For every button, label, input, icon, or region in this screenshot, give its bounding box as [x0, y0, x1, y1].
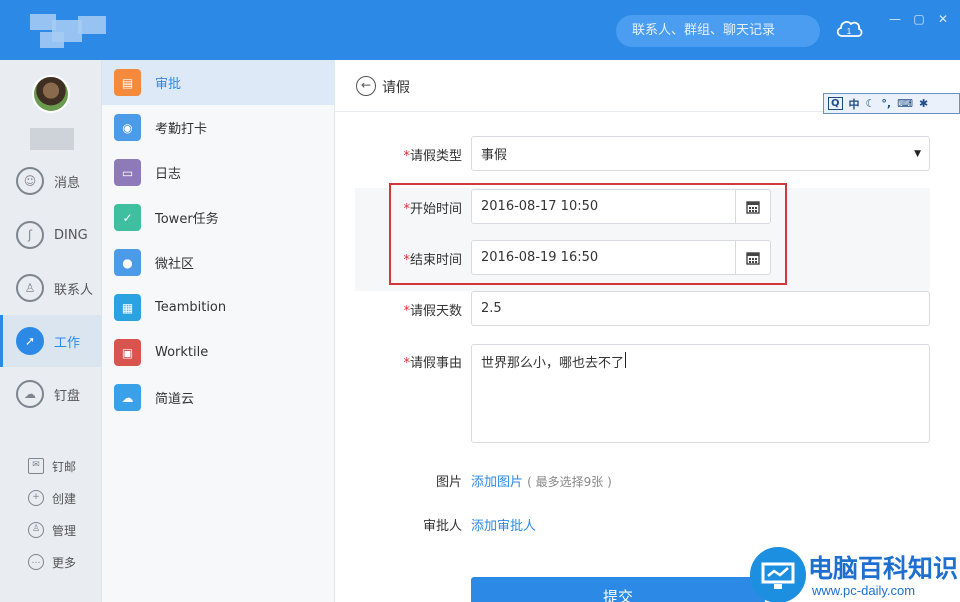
reason-label: *请假事由	[403, 356, 462, 371]
days-label: *请假天数	[403, 304, 462, 319]
plus-icon: +	[28, 490, 44, 506]
leave-type-value: 事假	[481, 148, 508, 163]
app-item-approval[interactable]: ▤ 审批	[102, 60, 335, 105]
reason-value: 世界那么小，哪也去不了	[481, 356, 625, 371]
app-item-log[interactable]: ▭ 日志	[102, 150, 335, 195]
app-item-label: Worktile	[155, 345, 209, 360]
community-icon: ●	[114, 249, 141, 276]
app-item-tower[interactable]: ✓ Tower任务	[102, 195, 335, 240]
rail-item-work[interactable]: ➚ 工作	[0, 315, 102, 367]
smile-icon: ☺	[16, 167, 44, 195]
rail-item-mail[interactable]: ✉ 钉邮	[0, 452, 102, 480]
ding-icon: ʃ	[16, 221, 44, 249]
check-icon: ✓	[114, 204, 141, 231]
add-approver-link[interactable]: 添加审批人	[471, 515, 536, 534]
keyboard-icon: ⌨	[897, 97, 913, 110]
approver-label: 审批人	[422, 519, 462, 534]
leave-type-select[interactable]: 事假 ▼	[471, 136, 930, 171]
app-item-label: Tower任务	[155, 212, 219, 227]
rail-item-label: 钉盘	[54, 388, 81, 404]
rail-item-create[interactable]: + 创建	[0, 484, 102, 512]
rail-item-label: 更多	[52, 555, 77, 570]
location-icon: ◉	[114, 114, 141, 141]
rail-item-label: 钉邮	[52, 459, 77, 474]
app-list: ▤ 审批 ◉ 考勤打卡 ▭ 日志 ✓ Tower任务 ● 微社区 ▦ Teamb…	[102, 60, 335, 602]
text-cursor	[625, 352, 627, 368]
settings-icon: ✱	[918, 97, 929, 110]
app-item-label: 审批	[155, 77, 182, 92]
punctuation-icon: °,	[881, 97, 892, 110]
add-image-link[interactable]: 添加图片 ( 最多选择9张 )	[471, 471, 612, 490]
cloud-disk-icon: ☁	[16, 380, 44, 408]
title-bar: 联系人、群组、聊天记录 1 — ▢ ✕	[0, 0, 960, 60]
cloud-icon: ☁	[114, 384, 141, 411]
log-icon: ▭	[114, 159, 141, 186]
minimize-button[interactable]: —	[888, 12, 902, 26]
image-label: 图片	[435, 475, 462, 490]
mail-icon: ✉	[28, 458, 44, 474]
more-icon: …	[28, 554, 44, 570]
rail-item-label: 消息	[54, 175, 81, 191]
rail-item-messages[interactable]: ☺ 消息	[0, 155, 102, 207]
app-item-community[interactable]: ● 微社区	[102, 240, 335, 285]
ime-toolbar[interactable]: Q 中 ☾ °, ⌨ ✱	[823, 93, 960, 114]
watermark-logo: 电脑百科知识 www.pc-daily.com	[750, 545, 960, 602]
watermark-url: www.pc-daily.com	[812, 583, 916, 598]
svg-text:1: 1	[847, 27, 852, 36]
reason-textarea[interactable]: 世界那么小，哪也去不了	[471, 344, 930, 443]
left-rail: ☺ 消息 ʃ DING ♙ 联系人 ➚ 工作 ☁ 钉盘 ✉ 钉邮 + 创建 ♙ …	[0, 60, 102, 602]
days-input[interactable]: 2.5	[471, 291, 930, 326]
app-item-label: 简道云	[155, 392, 195, 407]
search-input[interactable]: 联系人、群组、聊天记录	[616, 15, 820, 47]
days-value: 2.5	[481, 301, 502, 316]
app-item-label: 考勤打卡	[155, 122, 208, 137]
admin-icon: ♙	[28, 522, 44, 538]
app-item-label: 微社区	[155, 257, 195, 272]
app-item-jiandaoyun[interactable]: ☁ 简道云	[102, 375, 335, 420]
worktile-icon: ▣	[114, 339, 141, 366]
main-panel: ← 请假 Q 中 ☾ °, ⌨ ✱ *请假类型 事假 ▼ *开始时间 2016-…	[335, 60, 960, 602]
monitor-badge-icon	[750, 547, 806, 602]
rail-item-label: 管理	[52, 523, 77, 538]
approval-icon: ▤	[114, 69, 141, 96]
rail-item-contacts[interactable]: ♙ 联系人	[0, 262, 102, 314]
back-arrow-icon[interactable]: ←	[356, 76, 376, 96]
image-hint: ( 最多选择9张 )	[527, 475, 612, 489]
avatar[interactable]	[32, 75, 70, 113]
page-title: 请假	[382, 80, 410, 96]
maximize-button[interactable]: ▢	[912, 12, 926, 26]
app-logo	[30, 14, 110, 50]
dropdown-arrow-icon: ▼	[914, 148, 921, 159]
close-button[interactable]: ✕	[936, 12, 950, 26]
app-item-teambition[interactable]: ▦ Teambition	[102, 285, 335, 330]
rail-item-ding[interactable]: ʃ DING	[0, 209, 102, 261]
teambition-icon: ▦	[114, 294, 141, 321]
app-item-label: Teambition	[155, 300, 227, 315]
highlight-annotation-box	[389, 183, 787, 285]
rail-item-label: DING	[54, 227, 88, 243]
moon-icon: ☾	[865, 97, 876, 110]
rail-item-label: 联系人	[54, 282, 94, 298]
submit-button[interactable]: 提交	[471, 577, 765, 602]
app-item-attendance[interactable]: ◉ 考勤打卡	[102, 105, 335, 150]
compass-icon: ➚	[16, 327, 44, 355]
app-item-label: 日志	[155, 167, 182, 182]
watermark-text: 电脑百科知识	[808, 554, 959, 583]
rail-item-manage[interactable]: ♙ 管理	[0, 516, 102, 544]
rail-item-label: 工作	[54, 335, 81, 351]
rail-item-more[interactable]: … 更多	[0, 548, 102, 576]
app-item-worktile[interactable]: ▣ Worktile	[102, 330, 335, 375]
cloud-download-icon[interactable]: 1	[834, 16, 864, 44]
ime-logo-icon: Q	[828, 97, 843, 110]
ime-mode-label: 中	[848, 97, 860, 111]
user-name	[30, 128, 74, 150]
contacts-icon: ♙	[16, 274, 44, 302]
rail-item-disk[interactable]: ☁ 钉盘	[0, 368, 102, 420]
rail-item-label: 创建	[52, 491, 77, 506]
leave-type-label: *请假类型	[403, 149, 462, 164]
